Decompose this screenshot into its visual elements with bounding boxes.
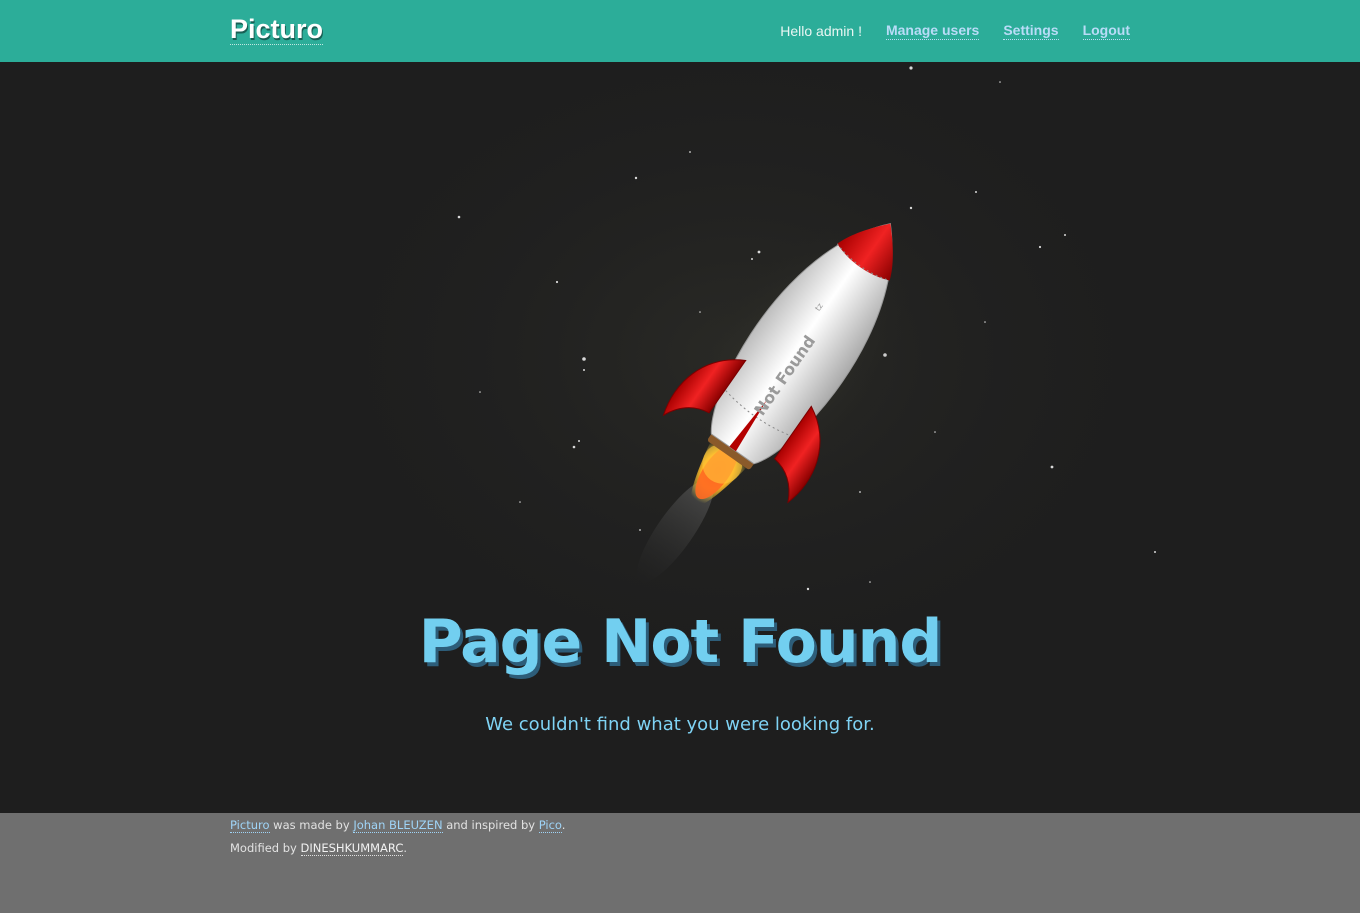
footer: Picturo was made by Johan BLEUZEN and in… <box>0 813 1360 913</box>
footer-credits-line: Picturo was made by Johan BLEUZEN and in… <box>230 818 566 833</box>
nav-logout-link[interactable]: Logout <box>1082 22 1130 40</box>
footer-modifier-link[interactable]: DINESHKUMMARC <box>300 841 404 856</box>
footer-text: . <box>561 818 566 832</box>
space-background-illustration: Not Found tz <box>270 62 1210 752</box>
footer-author-link[interactable]: Johan BLEUZEN <box>353 818 443 833</box>
greeting-text: Hello admin ! <box>780 23 862 39</box>
brand-logo-link[interactable]: Picturo <box>230 14 324 45</box>
space-hero: Not Found tz Page Not Found We couldn't … <box>0 62 1360 813</box>
nav-settings-link[interactable]: Settings <box>1003 22 1059 40</box>
footer-text: was made by <box>269 818 354 832</box>
nav-menu: Hello admin ! Manage users Settings Logo… <box>780 22 1130 40</box>
nav-manage-users-link[interactable]: Manage users <box>885 22 980 40</box>
top-navbar: Picturo Hello admin ! Manage users Setti… <box>0 0 1360 62</box>
footer-picturo-link[interactable]: Picturo <box>230 818 270 833</box>
page-title: Page Not Found <box>418 607 943 677</box>
footer-text: Modified by <box>230 841 301 855</box>
footer-pico-link[interactable]: Pico <box>538 818 562 833</box>
footer-modified-line: Modified by DINESHKUMMARC. <box>230 841 408 856</box>
page-subtitle: We couldn't find what you were looking f… <box>485 714 875 735</box>
footer-text: and inspired by <box>442 818 539 832</box>
footer-text: . <box>403 841 408 855</box>
